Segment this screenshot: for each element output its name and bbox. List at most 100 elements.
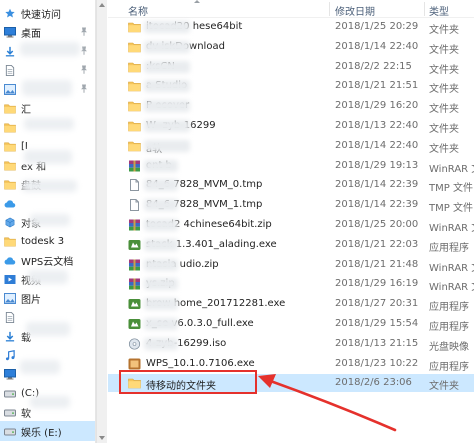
rar-icon: [128, 278, 141, 290]
file-type: TMP 文件: [429, 203, 473, 215]
exe-icon: [128, 239, 141, 251]
nav-item[interactable]: todesk 3: [0, 231, 95, 251]
highlight-box: [119, 370, 257, 394]
nav-item[interactable]: 快速访问: [0, 3, 95, 23]
file-type: 文件夹: [429, 124, 459, 135]
file-type: WinRAR 文: [429, 223, 474, 234]
pin-icon: [80, 65, 88, 74]
file-row[interactable]: dv iskDownload2018/1/14 22:40文件夹: [108, 38, 474, 56]
picture-icon: [4, 292, 16, 304]
privacy-blur: [144, 80, 190, 93]
file-type: 文件夹: [429, 381, 459, 393]
privacy-blur: [20, 360, 60, 374]
file-row[interactable]: itocad20 hese64bit 2018/1/25 20:29 文件夹: [108, 18, 474, 36]
column-separator[interactable]: [329, 2, 330, 16]
folder-icon: [128, 80, 141, 92]
file-row[interactable]: ntasia udio.zip2018/1/21 21:48WinRAR 文: [108, 256, 474, 274]
file-type: 应用程序: [429, 361, 469, 373]
file-icon: [128, 179, 141, 192]
file-date: 2018/1/14 22:40: [335, 40, 419, 52]
column-separator[interactable]: [424, 2, 425, 16]
file-row[interactable]: brow home_201712281.exe 2018/1/27 20:31 应用…: [108, 295, 474, 313]
folder-icon: [128, 61, 141, 73]
folder-icon: [128, 140, 141, 152]
file-row[interactable]: 84_6 7828_MVM_0.tmp 2018/1/14 22:39 TMP 文件: [108, 176, 474, 194]
file-row[interactable]: 4-zyb-16299.iso 2018/1/13 21:15 光盘映像: [108, 335, 474, 353]
column-header-type[interactable]: 类型: [429, 3, 449, 18]
file-row[interactable]: tocad2 4chinese64bit.zip 2018/1/25 20:00 W…: [108, 216, 474, 234]
privacy-blur: [144, 21, 190, 33]
privacy-blur: [144, 219, 178, 231]
privacy-blur: [22, 180, 77, 192]
video-icon: [4, 274, 16, 285]
folder-icon: [128, 120, 141, 132]
nav-item[interactable]: 桌面: [0, 22, 95, 42]
nav-item[interactable]: 图片: [0, 288, 95, 308]
cloud-icon: [4, 198, 16, 209]
pin-icon: [80, 27, 88, 36]
file-type: WinRAR 文: [429, 163, 474, 175]
privacy-blur: [144, 100, 190, 113]
folder-icon: [4, 103, 16, 114]
pin-icon: [80, 84, 88, 93]
nav-item[interactable]: WPS云文档: [0, 250, 95, 270]
file-type: 文件夹: [429, 44, 459, 56]
file-icon: [128, 199, 141, 212]
file-row[interactable]: a软2018/1/14 22:40文件夹: [108, 137, 474, 155]
navigation-scrollbar[interactable]: [96, 0, 107, 443]
file-date: 2018/2/6 23:06: [335, 377, 412, 389]
cloud-icon: [4, 255, 16, 266]
scroll-up-arrow-icon[interactable]: [99, 3, 105, 7]
exe-icon: [128, 298, 141, 310]
document-icon: [4, 311, 16, 323]
file-row[interactable]: :ksCN2018/2/2 22:15文件夹: [108, 58, 474, 76]
file-row[interactable]: P ecover2018/1/29 16:20文件夹: [108, 97, 474, 115]
privacy-blur: [144, 159, 178, 172]
file-row[interactable]: 84_6 7828_MVM_1.tmp 2018/1/14 22:39 TMP 文件: [108, 196, 474, 214]
privacy-blur: [24, 150, 72, 164]
nav-item-label: WPS云文档: [21, 256, 74, 268]
file-date: 2018/1/25 20:29: [335, 21, 419, 32]
iso-icon: [128, 338, 141, 350]
file-type: 文件夹: [429, 143, 459, 155]
nav-item-label: 图片: [21, 294, 41, 306]
rar-icon: [128, 219, 141, 231]
nav-item[interactable]: 汇: [0, 98, 95, 118]
privacy-blur: [144, 298, 178, 311]
nav-item-label: 桌面: [21, 28, 41, 40]
nav-item[interactable]: 娱乐 (E:): [0, 421, 95, 441]
folder-icon: [4, 179, 16, 190]
privacy-blur: [20, 42, 80, 56]
privacy-blur: [144, 199, 178, 212]
folder-icon: [4, 141, 16, 152]
nav-item-label: 娱乐 (E:): [21, 427, 62, 439]
column-header-name[interactable]: 名称: [128, 3, 148, 18]
navigation-pane[interactable]: 快速访问桌面汇[Iex 和 盘鼓对象todesk 3WPS云文档视频图片载(C:…: [0, 0, 96, 443]
file-type: WinRAR 文: [429, 262, 474, 274]
file-date: 2018/1/21 21:51: [335, 80, 419, 92]
nav-item[interactable]: [0, 60, 95, 80]
file-date: 2018/1/21 22:03: [335, 238, 419, 250]
document-icon: [4, 64, 16, 76]
file-date: 2018/1/14 22:40: [335, 139, 419, 151]
file-row[interactable]: x_se v6.0.3.0_full.exe 2018/1/29 15:54 应用程…: [108, 315, 474, 333]
file-name: WPS_10.1.0.7106.exe: [146, 357, 255, 369]
file-row[interactable]: a Studio2018/1/21 21:51文件夹: [108, 77, 474, 95]
file-date: 2018/1/29 16:20: [335, 100, 419, 112]
nav-item-label: 快速访问: [21, 9, 61, 21]
scroll-down-arrow-icon[interactable]: [99, 436, 105, 440]
file-date: 2018/1/13 21:15: [335, 337, 419, 349]
column-header-date[interactable]: 修改日期: [335, 3, 375, 18]
file-type: 文件夹: [429, 64, 459, 76]
music-icon: [4, 349, 16, 361]
file-row[interactable]: ys.zip2018/1/29 16:19WinRAR 文: [108, 275, 474, 293]
file-date: 2018/1/14 22:39: [335, 179, 419, 191]
privacy-blur: [22, 80, 72, 96]
file-row[interactable]: ont b2018/1/29 19:13WinRAR 文: [108, 157, 474, 175]
file-row[interactable]: stack 1.3.401_alading.exe 2018/1/21 22:03…: [108, 236, 474, 254]
picture-icon: [4, 83, 16, 95]
privacy-blur: [144, 258, 178, 271]
nav-item[interactable]: [0, 193, 95, 213]
file-type: TMP 文件: [429, 183, 473, 195]
file-row[interactable]: W -zyb-162992018/1/13 22:40文件夹: [108, 117, 474, 135]
